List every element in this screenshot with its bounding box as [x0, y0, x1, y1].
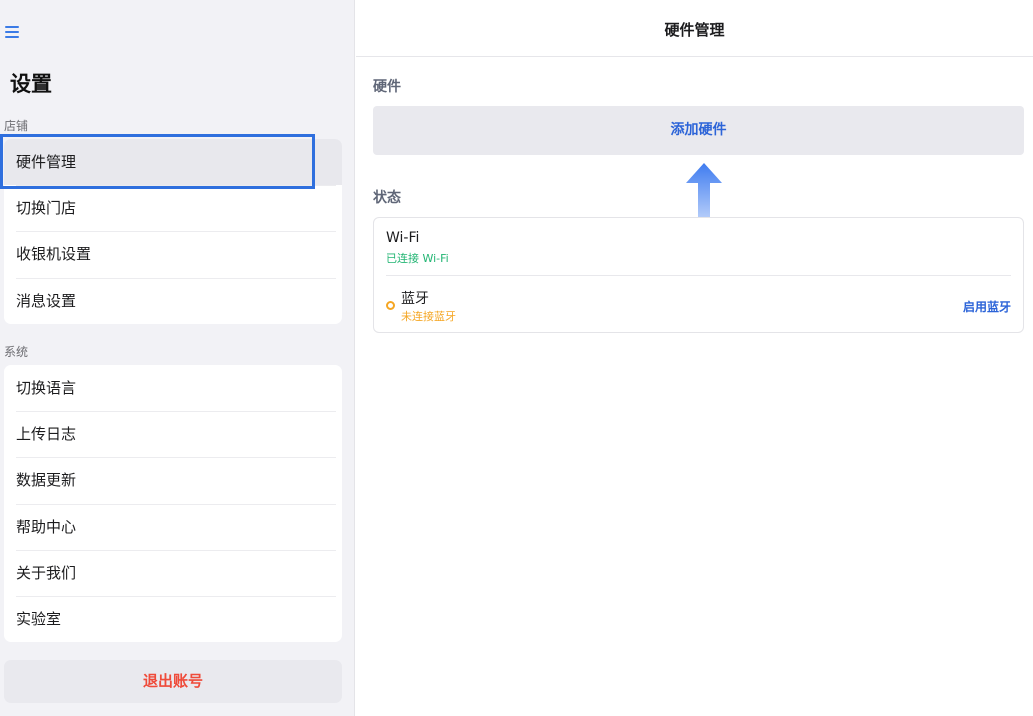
- bluetooth-status-text: 未连接蓝牙: [401, 310, 456, 323]
- sidebar-item-lab[interactable]: 实验室: [4, 595, 342, 642]
- section-label-store: 店铺: [4, 119, 29, 133]
- section-label-hardware: 硬件: [373, 79, 401, 95]
- bluetooth-label: 蓝牙: [401, 291, 429, 307]
- section-label-status: 状态: [373, 190, 401, 206]
- app-window: 设置 店铺 硬件管理 切换门店 收银机设置 消息设置 系统 切换语言 上传日志 …: [0, 0, 1033, 716]
- wifi-label: Wi-Fi: [386, 230, 420, 246]
- sidebar: 设置 店铺 硬件管理 切换门店 收银机设置 消息设置 系统 切换语言 上传日志 …: [0, 0, 355, 716]
- bluetooth-disconnected-indicator-icon: [386, 301, 395, 310]
- logout-button[interactable]: 退出账号: [4, 660, 342, 703]
- sidebar-item-help-center[interactable]: 帮助中心: [4, 503, 342, 550]
- bluetooth-status-row: 蓝牙 未连接蓝牙 启用蓝牙: [386, 275, 1011, 333]
- sidebar-item-switch-store[interactable]: 切换门店: [4, 185, 342, 231]
- main-panel: 硬件管理 硬件 添加硬件 状态 Wi-Fi 已连接 Wi-Fi 蓝牙 未连接蓝牙: [356, 0, 1033, 716]
- sidebar-title: 设置: [10, 72, 52, 96]
- hamburger-menu-icon[interactable]: [5, 25, 20, 39]
- system-settings-group: 切换语言 上传日志 数据更新 帮助中心 关于我们 实验室: [4, 365, 342, 643]
- sidebar-item-message-settings[interactable]: 消息设置: [4, 277, 342, 324]
- enable-bluetooth-button[interactable]: 启用蓝牙: [963, 298, 1011, 315]
- wifi-status-row: Wi-Fi 已连接 Wi-Fi: [386, 218, 1011, 275]
- wifi-status-text: 已连接 Wi-Fi: [386, 252, 449, 265]
- sidebar-item-about-us[interactable]: 关于我们: [4, 549, 342, 596]
- sidebar-item-cashier-settings[interactable]: 收银机设置: [4, 231, 342, 277]
- add-hardware-button[interactable]: 添加硬件: [373, 106, 1024, 155]
- store-settings-group: 硬件管理 切换门店 收银机设置 消息设置: [4, 139, 342, 324]
- section-label-system: 系统: [4, 345, 29, 359]
- page-title: 硬件管理: [356, 0, 1033, 57]
- sidebar-item-data-update[interactable]: 数据更新: [4, 457, 342, 503]
- sidebar-item-upload-logs[interactable]: 上传日志: [4, 411, 342, 457]
- sidebar-item-switch-language[interactable]: 切换语言: [4, 365, 342, 411]
- sidebar-item-hardware-management[interactable]: 硬件管理: [4, 139, 342, 186]
- connection-status-card: Wi-Fi 已连接 Wi-Fi 蓝牙 未连接蓝牙 启用蓝牙: [373, 217, 1024, 333]
